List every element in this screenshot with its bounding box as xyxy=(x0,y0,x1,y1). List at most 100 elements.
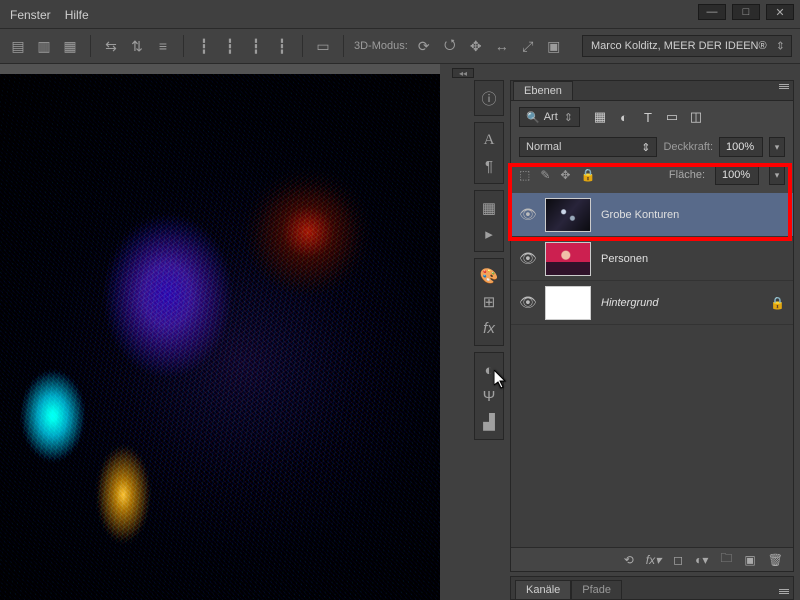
menu-hilfe[interactable]: Hilfe xyxy=(65,8,89,22)
lock-pixels-icon[interactable]: ✎ xyxy=(540,168,550,182)
group-icon[interactable]: 🗀 xyxy=(720,549,732,570)
divider xyxy=(343,35,344,57)
workspace-value: Marco Kolditz, MEER DER IDEEN® xyxy=(591,40,767,52)
visibility-eye-icon[interactable]: 👁 xyxy=(519,206,535,223)
color-icon[interactable]: 🎨 xyxy=(475,263,503,289)
adjustment-layer-icon[interactable]: ◐▾ xyxy=(695,553,708,567)
roll-icon[interactable]: ⭯ xyxy=(440,36,460,56)
panel-collapse-handle[interactable]: ◂◂ xyxy=(452,68,474,78)
opacity-stepper[interactable]: ▾ xyxy=(769,137,785,157)
visibility-eye-icon[interactable]: 👁 xyxy=(519,250,535,267)
divider xyxy=(183,35,184,57)
chevron-down-icon: ⇕ xyxy=(641,141,650,154)
workspace-dropdown[interactable]: Marco Kolditz, MEER DER IDEEN® ⇕ xyxy=(582,35,792,57)
layer-row[interactable]: 👁 Grobe Konturen xyxy=(511,193,793,237)
menu-fenster[interactable]: Fenster xyxy=(10,8,51,22)
swatches-icon[interactable]: ▦ xyxy=(475,195,503,221)
histogram-icon[interactable]: ▟ xyxy=(475,409,503,435)
layer-mask-icon[interactable]: ◻ xyxy=(673,553,683,567)
layer-name[interactable]: Personen xyxy=(601,253,648,265)
panel-tabs: Ebenen xyxy=(511,81,793,101)
styles-icon[interactable]: fx xyxy=(475,315,503,341)
pan-icon[interactable]: ✥ xyxy=(466,36,486,56)
divider xyxy=(90,35,91,57)
delete-layer-icon[interactable]: 🗑 xyxy=(768,553,783,567)
blend-opacity-row: Normal ⇕ Deckkraft: 100% ▾ xyxy=(511,133,793,161)
filter-type-icon[interactable]: T xyxy=(640,109,656,125)
play-icon[interactable]: ▸ xyxy=(475,221,503,247)
divider xyxy=(302,35,303,57)
align-right-icon[interactable]: ▦ xyxy=(60,36,80,56)
distribute-v-icon[interactable]: ⇅ xyxy=(127,36,147,56)
filter-shape-icon[interactable]: ▭ xyxy=(664,109,680,125)
spacing-icon[interactable]: ┇ xyxy=(272,36,292,56)
grid-icon[interactable]: ⊞ xyxy=(475,289,503,315)
close-button[interactable]: ✕ xyxy=(766,4,794,20)
spacing-icon[interactable]: ┇ xyxy=(220,36,240,56)
info-icon[interactable]: ⓘ xyxy=(475,85,503,111)
layer-thumbnail[interactable] xyxy=(545,198,591,232)
panel-menu-icon[interactable] xyxy=(779,589,789,599)
chevron-updown-icon: ⇕ xyxy=(776,40,785,53)
lock-fill-row: ⬚ ✎ ✥ 🔒 Fläche: 100% ▾ xyxy=(511,161,793,193)
menubar: Fenster Hilfe xyxy=(0,4,99,26)
canvas-area[interactable] xyxy=(0,64,440,600)
mode3d-label: 3D-Modus: xyxy=(354,40,408,52)
layers-panel: Ebenen 🔍 Art ⇕ ▦ ◐ T ▭ ◫ Normal ⇕ Deckkr… xyxy=(510,80,794,572)
chevron-down-icon: ⇕ xyxy=(564,111,573,124)
options-bar: ▤ ▥ ▦ ⇆ ⇅ ≡ ┇ ┇ ┇ ┇ ▭ 3D-Modus: ⟳ ⭯ ✥ ↔ … xyxy=(0,28,800,64)
distribute-h-icon[interactable]: ⇆ xyxy=(101,36,121,56)
filter-smart-icon[interactable]: ◫ xyxy=(688,109,704,125)
channels-panel-header: Kanäle Pfade xyxy=(510,576,794,600)
tab-pfade[interactable]: Pfade xyxy=(571,580,622,599)
mouse-cursor xyxy=(494,370,510,393)
filter-adjustment-icon[interactable]: ◐ xyxy=(616,109,632,125)
lock-position-icon[interactable]: ✥ xyxy=(560,168,570,182)
lock-icon: 🔒 xyxy=(770,296,785,310)
character-icon[interactable]: A xyxy=(475,127,503,153)
visibility-eye-icon[interactable]: 👁 xyxy=(519,294,535,311)
document-image xyxy=(0,74,440,600)
opacity-field[interactable]: 100% xyxy=(719,137,763,157)
filter-kind-dropdown[interactable]: 🔍 Art ⇕ xyxy=(519,107,580,127)
blend-mode-value: Normal xyxy=(526,141,561,153)
lock-transparent-icon[interactable]: ⬚ xyxy=(519,168,530,182)
layer-thumbnail[interactable] xyxy=(545,242,591,276)
spacing-icon[interactable]: ┇ xyxy=(194,36,214,56)
lock-all-icon[interactable]: 🔒 xyxy=(580,168,595,182)
align-left-icon[interactable]: ▤ xyxy=(8,36,28,56)
layer-row[interactable]: 👁 Hintergrund 🔒 xyxy=(511,281,793,325)
align-center-icon[interactable]: ▥ xyxy=(34,36,54,56)
distribute-center-icon[interactable]: ≡ xyxy=(153,36,173,56)
scale-icon[interactable]: ⤢ xyxy=(518,36,538,56)
paragraph-icon[interactable]: ¶ xyxy=(475,153,503,179)
layer-fx-icon[interactable]: fx▾ xyxy=(646,553,661,567)
minimize-button[interactable]: — xyxy=(698,4,726,20)
layer-name[interactable]: Hintergrund xyxy=(601,297,658,309)
panel-menu-icon[interactable] xyxy=(779,84,789,89)
filter-pixel-icon[interactable]: ▦ xyxy=(592,109,608,125)
opacity-label: Deckkraft: xyxy=(663,141,713,153)
auto-align-icon[interactable]: ▭ xyxy=(313,36,333,56)
layer-row[interactable]: 👁 Personen xyxy=(511,237,793,281)
layers-panel-footer: ⟲ fx▾ ◻ ◐▾ 🗀 ▣ 🗑 xyxy=(511,547,793,571)
search-icon: 🔍 xyxy=(526,111,540,124)
blend-mode-dropdown[interactable]: Normal ⇕ xyxy=(519,137,657,157)
tab-kanaele[interactable]: Kanäle xyxy=(515,580,571,599)
orbit-icon[interactable]: ⟳ xyxy=(414,36,434,56)
tab-ebenen[interactable]: Ebenen xyxy=(513,81,573,100)
fill-stepper[interactable]: ▾ xyxy=(769,165,785,185)
layer-thumbnail[interactable] xyxy=(545,286,591,320)
camera-icon[interactable]: ▣ xyxy=(544,36,564,56)
link-layers-icon[interactable]: ⟲ xyxy=(624,553,634,567)
layer-filter-row: 🔍 Art ⇕ ▦ ◐ T ▭ ◫ xyxy=(511,101,793,133)
filter-kind-value: Art xyxy=(544,111,558,123)
layer-name[interactable]: Grobe Konturen xyxy=(601,209,679,221)
fill-field[interactable]: 100% xyxy=(715,165,759,185)
window-controls: — □ ✕ xyxy=(698,4,794,20)
slide-icon[interactable]: ↔ xyxy=(492,36,512,56)
spacing-icon[interactable]: ┇ xyxy=(246,36,266,56)
layer-list: 👁 Grobe Konturen 👁 Personen 👁 Hintergrund 🔒 xyxy=(511,193,793,547)
new-layer-icon[interactable]: ▣ xyxy=(744,553,755,567)
maximize-button[interactable]: □ xyxy=(732,4,760,20)
